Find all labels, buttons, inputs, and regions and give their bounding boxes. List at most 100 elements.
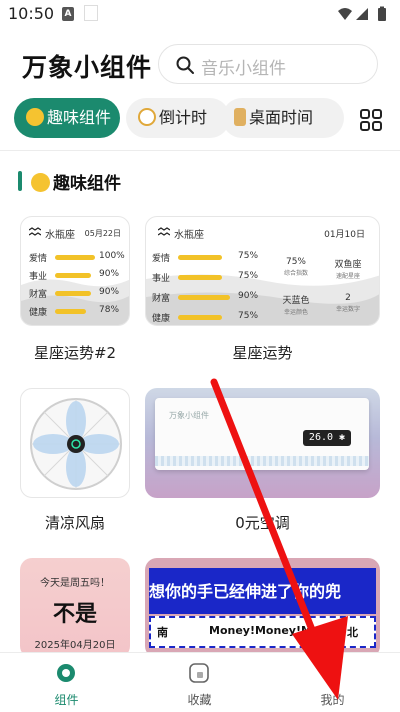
status-bar: 10:50 A <box>0 0 400 28</box>
horoscope-widget-small[interactable]: 水瓶座 05月22日 爱情 100% 事业 90% 财富 90% 健康 78% <box>20 216 130 326</box>
app-title: 万象小组件 <box>22 53 153 82</box>
stat-row-value: 75% <box>238 271 259 281</box>
stat-label: 速配星座 <box>335 273 360 280</box>
electric-fan-icon <box>30 398 122 490</box>
laughing-emoji-icon <box>26 108 44 126</box>
ac-temperature-display: 26.0 ✱ <box>303 430 351 446</box>
stat-row-bar <box>178 315 222 320</box>
search-box[interactable]: 音乐小组件 <box>158 44 378 84</box>
stat-row-label: 财富 <box>152 294 171 304</box>
nav-label: 收藏 <box>187 693 212 707</box>
stat-row-label: 爱情 <box>152 254 171 264</box>
notification-placeholder-icon <box>84 5 98 21</box>
stat-row-value: 75% <box>238 311 259 321</box>
sign-date: 05月22日 <box>84 229 121 238</box>
stat-row-bar <box>178 295 230 300</box>
signal-icon <box>356 8 368 20</box>
aquarius-icon <box>158 227 170 236</box>
wifi-icon <box>338 8 352 20</box>
is-it-friday-widget[interactable]: 今天是周五吗！ 不是 2025年04月20日 <box>20 558 130 658</box>
header-divider <box>0 150 400 151</box>
tab-countdown[interactable]: 倒计时 <box>126 98 230 138</box>
stat-row-bar <box>55 309 86 314</box>
stat-row-value: 90% <box>99 269 120 279</box>
pocket-money-widget[interactable]: 想你的手已经伸进了你的兜 南 Money!Money!M 北 <box>145 558 380 658</box>
status-time: 10:50 <box>8 4 55 23</box>
stat-row-value: 90% <box>238 291 259 301</box>
section-title: 趣味组件 <box>31 169 121 194</box>
section-title-text: 趣味组件 <box>53 174 121 194</box>
nav-label: 组件 <box>54 693 79 707</box>
stopwatch-icon <box>138 108 156 126</box>
stat-row-bar <box>55 273 91 278</box>
horoscope-wide-caption: 星座运势 <box>232 344 293 362</box>
friday-question: 今天是周五吗！ <box>40 578 110 589</box>
laughing-emoji-icon <box>31 173 50 192</box>
stat-row-label: 健康 <box>152 314 171 324</box>
stat-label: 幸运数字 <box>335 306 360 313</box>
ac-vent <box>155 456 369 466</box>
stat-row-bar <box>178 275 222 280</box>
tab-fun-widgets[interactable]: 趣味组件 <box>14 98 120 138</box>
stat-row-value: 90% <box>99 287 120 297</box>
search-icon <box>176 56 194 74</box>
stat-value: 75% <box>285 257 306 267</box>
stat-row-bar <box>55 255 95 260</box>
stat-row-label: 财富 <box>29 290 48 300</box>
sign-date: 01月10日 <box>324 230 365 240</box>
pocket-middle: Money!Money!M <box>209 624 312 637</box>
ac-caption: 0元空调 <box>235 514 290 532</box>
friday-date: 2025年04月20日 <box>34 640 116 651</box>
section-accent-bar <box>18 171 22 191</box>
stat-row-value: 75% <box>238 251 259 261</box>
horoscope-widget-wide[interactable]: 水瓶座 01月10日 爱情 75% 事业 75% 财富 90% 健康 75% 75% 综合指数 … <box>145 216 380 326</box>
stat-row-value: 100% <box>99 251 125 261</box>
pocket-left: 南 <box>157 626 168 639</box>
battery-icon <box>378 8 386 21</box>
pocket-strip: 南 Money!Money!M 北 <box>149 616 376 648</box>
stat-lucky-number: 2 幸运数字 <box>326 293 370 313</box>
stat-row-label: 事业 <box>29 272 48 282</box>
tab-desktop-time[interactable]: 桌面时间 <box>222 98 344 138</box>
notification-icon: A <box>62 7 74 21</box>
stat-lucky-color: 天蓝色 幸运颜色 <box>274 293 318 316</box>
stat-row-label: 事业 <box>152 274 171 284</box>
category-tabs: 趣味组件 倒计时 桌面时间 <box>14 98 400 138</box>
favorites-icon <box>189 663 209 683</box>
hourglass-icon <box>234 108 246 126</box>
stat-row-label: 爱情 <box>29 254 48 264</box>
sign-name: 水瓶座 <box>174 230 204 241</box>
sign-name: 水瓶座 <box>45 230 75 241</box>
air-conditioner-widget[interactable]: 万象小组件 26.0 ✱ <box>145 388 380 498</box>
stat-match-sign: 双鱼座 速配星座 <box>326 257 370 280</box>
tab-label: 趣味组件 <box>47 108 112 127</box>
stat-row-bar <box>178 255 222 260</box>
nav-favorites[interactable]: 收藏 <box>133 653 266 712</box>
stat-row-label: 健康 <box>29 308 48 318</box>
stat-label: 幸运颜色 <box>283 309 308 316</box>
fan-caption: 清凉风扇 <box>44 514 105 532</box>
stat-row-bar <box>55 291 91 296</box>
stat-value: 双鱼座 <box>334 260 362 270</box>
nav-label: 我的 <box>320 693 345 707</box>
stat-row-value: 78% <box>99 305 120 315</box>
fan-widget[interactable] <box>20 388 130 498</box>
stat-label: 综合指数 <box>283 270 308 277</box>
widgets-icon <box>57 664 75 682</box>
friday-answer: 不是 <box>52 602 97 627</box>
stat-value: 2 <box>345 293 351 303</box>
search-placeholder: 音乐小组件 <box>201 59 286 79</box>
stat-overall: 75% 综合指数 <box>274 257 318 277</box>
status-icons <box>338 6 386 21</box>
ac-temp: 26.0 <box>308 432 334 443</box>
pocket-headline: 想你的手已经伸进了你的兜 <box>149 582 342 601</box>
grid-view-button[interactable] <box>346 104 396 134</box>
horoscope-small-caption: 星座运势#2 <box>33 344 117 362</box>
bottom-navigation: 组件 收藏 我的 <box>0 652 400 712</box>
tab-label: 倒计时 <box>159 108 208 127</box>
stat-value: 天蓝色 <box>282 296 310 306</box>
nav-widgets[interactable]: 组件 <box>0 653 133 712</box>
aquarius-icon <box>29 227 41 236</box>
profile-icon <box>323 664 341 682</box>
nav-profile[interactable]: 我的 <box>266 653 399 712</box>
